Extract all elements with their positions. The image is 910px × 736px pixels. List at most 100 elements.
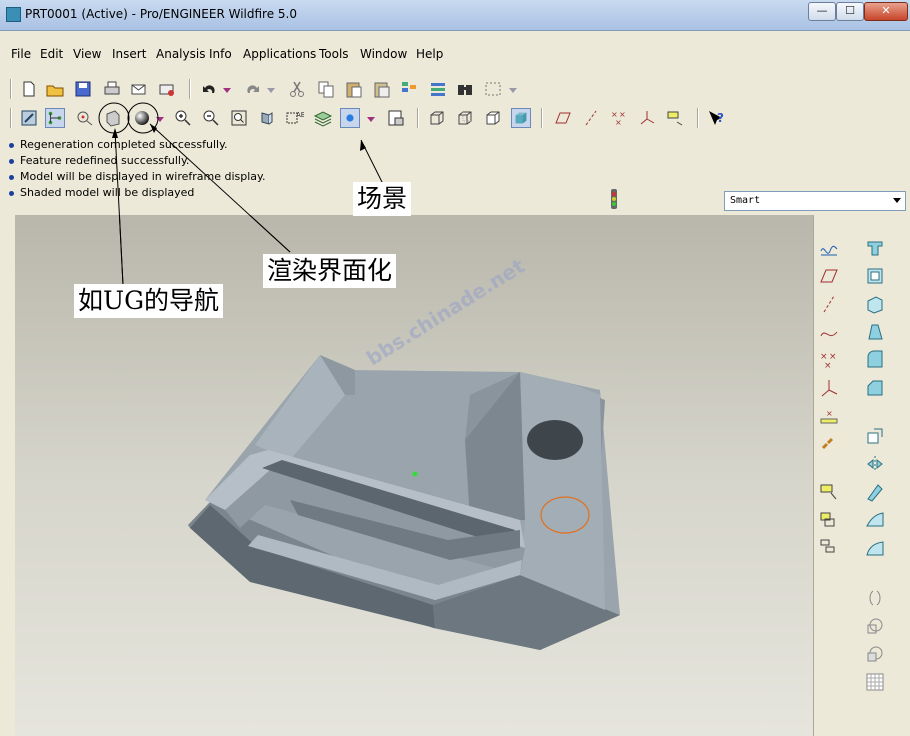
- datum-points-icon[interactable]: × × ×: [609, 108, 629, 128]
- trim-icon[interactable]: [864, 615, 886, 637]
- navigator-sash[interactable]: [0, 215, 16, 736]
- chain-link-icon[interactable]: [818, 433, 840, 455]
- sweep-icon[interactable]: [864, 481, 886, 503]
- cut-icon[interactable]: [287, 79, 307, 99]
- intersect-icon[interactable]: [864, 643, 886, 665]
- zoom-out-icon[interactable]: [201, 108, 221, 128]
- wireframe-icon[interactable]: [427, 108, 447, 128]
- toolbar-separator: [189, 79, 191, 99]
- message-bullet-icon: [9, 174, 14, 180]
- menu-help[interactable]: Help: [416, 47, 443, 61]
- menu-insert[interactable]: Insert: [112, 47, 146, 61]
- zoom-in-icon[interactable]: [173, 108, 193, 128]
- maximize-button[interactable]: ☐: [836, 2, 864, 21]
- refit-icon[interactable]: [229, 108, 249, 128]
- redo-dropdown-icon[interactable]: [266, 79, 276, 99]
- rib-icon[interactable]: [864, 293, 886, 315]
- toolbar-separator: [10, 108, 12, 128]
- render-dropdown-icon[interactable]: [155, 108, 165, 128]
- print-icon[interactable]: [102, 79, 122, 99]
- find-icon[interactable]: [455, 79, 475, 99]
- plane-icon[interactable]: [818, 265, 840, 287]
- redo-icon[interactable]: [243, 79, 263, 99]
- merge-icon[interactable]: [864, 587, 886, 609]
- menu-edit[interactable]: Edit: [40, 47, 63, 61]
- boundary-blend-icon[interactable]: [864, 509, 886, 531]
- message-bullet-icon: [9, 142, 14, 148]
- navigator-icon[interactable]: [45, 108, 65, 128]
- spin-center-icon[interactable]: [75, 108, 95, 128]
- regenerate-icon[interactable]: [399, 79, 419, 99]
- annotation-feature-icon[interactable]: [818, 481, 840, 503]
- chamfer-icon[interactable]: [864, 377, 886, 399]
- pattern-icon[interactable]: [818, 509, 840, 531]
- group-icon[interactable]: [818, 537, 840, 559]
- scene-dropdown-icon[interactable]: [366, 108, 376, 128]
- datum-planes-icon[interactable]: [553, 108, 573, 128]
- scene-icon[interactable]: [340, 108, 360, 128]
- menu-analysis[interactable]: Analysis: [156, 47, 205, 61]
- coordinate-system-icon[interactable]: [818, 377, 840, 399]
- proe-app-icon: [6, 7, 21, 22]
- menu-info[interactable]: Info: [209, 47, 232, 61]
- svg-text:?: ?: [717, 111, 724, 125]
- sketch-curve-icon[interactable]: [818, 237, 840, 259]
- send-mail-icon[interactable]: [129, 79, 149, 99]
- menu-file[interactable]: File: [11, 47, 31, 61]
- axis-icon[interactable]: [818, 293, 840, 315]
- repaint-icon[interactable]: [19, 108, 39, 128]
- saved-views-icon[interactable]: AB: [284, 108, 306, 128]
- shading-icon[interactable]: [511, 108, 531, 128]
- toolbar-separator: [417, 108, 419, 128]
- datum-point-icon[interactable]: × × ×: [818, 349, 840, 371]
- selection-filter-dropdown[interactable]: Smart: [724, 191, 906, 211]
- datum-curve-icon[interactable]: [818, 321, 840, 343]
- round-icon[interactable]: [864, 349, 886, 371]
- annotation-icon[interactable]: [665, 108, 685, 128]
- message-bullet-icon: [9, 158, 14, 164]
- datum-csys-icon[interactable]: [637, 108, 657, 128]
- surface-icon[interactable]: [864, 537, 886, 559]
- no-hidden-icon[interactable]: [483, 108, 503, 128]
- draft-icon[interactable]: [864, 321, 886, 343]
- menu-applications[interactable]: Applications: [243, 47, 316, 61]
- open-icon[interactable]: [45, 79, 65, 99]
- mail-attach-icon[interactable]: [157, 79, 177, 99]
- layers-icon[interactable]: [313, 108, 333, 128]
- message-bullet-icon: [9, 190, 14, 196]
- shell-icon[interactable]: [864, 265, 886, 287]
- annotation-navigator: 如UG的导航: [74, 284, 224, 318]
- hidden-line-icon[interactable]: [455, 108, 475, 128]
- mirror-icon[interactable]: [864, 453, 886, 475]
- save-icon[interactable]: [73, 79, 93, 99]
- paste-icon[interactable]: [344, 79, 364, 99]
- regen-manager-icon[interactable]: [428, 79, 448, 99]
- copy-icon[interactable]: [316, 79, 336, 99]
- reorient-icon[interactable]: [256, 108, 276, 128]
- analysis-feature-icon[interactable]: ×: [818, 405, 840, 427]
- undo-icon[interactable]: [199, 79, 219, 99]
- svg-text:AB: AB: [296, 111, 304, 119]
- menu-window[interactable]: Window: [360, 47, 407, 61]
- close-button[interactable]: ✕: [864, 2, 908, 21]
- toolbar-file: [0, 74, 910, 104]
- render-sphere-icon[interactable]: [132, 108, 152, 128]
- menu-view[interactable]: View: [73, 47, 101, 61]
- extrude-icon[interactable]: [864, 237, 886, 259]
- chevron-down-icon: [893, 198, 901, 203]
- menu-tools[interactable]: Tools: [319, 47, 349, 61]
- context-help-icon[interactable]: ?: [706, 108, 726, 128]
- orient-mode-icon[interactable]: [103, 108, 123, 128]
- view-manager-icon[interactable]: [386, 108, 406, 128]
- hole-icon[interactable]: [864, 425, 886, 447]
- minimize-button[interactable]: —: [808, 2, 836, 21]
- regen-status-light-icon[interactable]: [610, 188, 618, 210]
- table-grid-icon[interactable]: [864, 671, 886, 693]
- new-icon[interactable]: [19, 79, 39, 99]
- select-dropdown-icon[interactable]: [508, 79, 518, 99]
- paste-special-icon[interactable]: [372, 79, 392, 99]
- message-line: Feature redefined successfully.: [9, 154, 189, 170]
- select-box-icon[interactable]: [483, 79, 503, 99]
- datum-axes-icon[interactable]: [581, 108, 601, 128]
- undo-dropdown-icon[interactable]: [222, 79, 232, 99]
